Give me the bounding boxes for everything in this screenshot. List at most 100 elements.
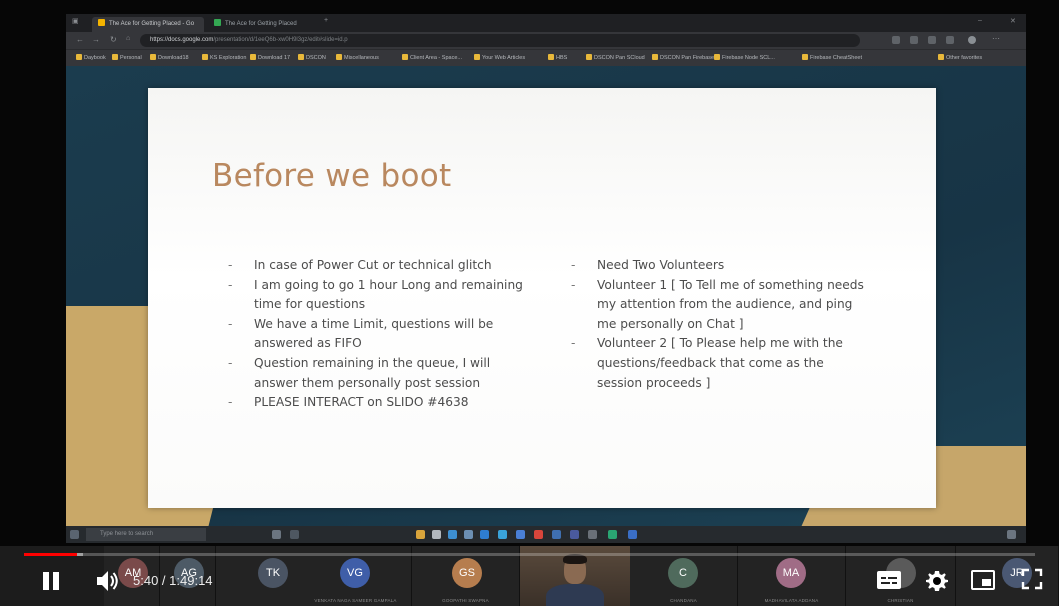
home-icon: ⌂ <box>126 35 131 42</box>
app-icon <box>628 530 637 539</box>
bookmark-item: Firebase Node SCL... <box>714 54 775 61</box>
folder-icon <box>402 54 408 60</box>
folder-icon <box>298 54 304 60</box>
avatar: C <box>668 558 698 588</box>
store-icon <box>432 530 441 539</box>
browser-tab-1: The Ace for Getting Placed - Go <box>92 17 204 32</box>
subtitles-button[interactable] <box>876 569 902 591</box>
minimize-icon: – <box>978 17 982 24</box>
profile-icon <box>968 36 976 44</box>
browser-tabstrip: ▣ The Ace for Getting Placed - Go The Ac… <box>66 14 1026 32</box>
fullscreen-button[interactable] <box>1020 567 1044 591</box>
taskbar-search: Type here to search <box>86 528 206 541</box>
folder-icon <box>150 54 156 60</box>
bookmark-item: Other favorites <box>938 54 982 61</box>
right-bullet-list: Need Two VolunteersVolunteer 1 [ To Tell… <box>571 256 871 393</box>
participant-name: GOOPATHI SWAPNA <box>442 598 489 603</box>
slide-bullet: PLEASE INTERACT on SLIDO #4638 <box>228 393 528 413</box>
new-tab-icon: + <box>324 17 329 24</box>
browser-tab-2: The Ace for Getting Placed <box>208 17 320 32</box>
slides-icon <box>98 19 105 26</box>
back-icon: ← <box>76 35 84 44</box>
chrome-icon <box>516 530 525 539</box>
bookmark-item: HBS <box>548 54 567 61</box>
gear-icon <box>926 571 948 591</box>
left-bullet-list: In case of Power Cut or technical glitch… <box>228 256 528 413</box>
settings-button[interactable] <box>925 569 949 593</box>
bookmark-item: Personal <box>112 54 142 61</box>
avatar: MA <box>776 558 806 588</box>
presentation-stage: Before we boot In case of Power Cut or t… <box>66 66 1026 532</box>
app-icon <box>290 530 299 539</box>
avatar: VG <box>340 558 370 588</box>
reload-icon: ↻ <box>110 35 117 44</box>
bookmark-item: KS Exploration <box>202 54 246 61</box>
volume-icon <box>97 571 118 591</box>
bookmark-item: Download18 <box>150 54 189 61</box>
folder-icon <box>474 54 480 60</box>
bookmark-item: Daybook <box>76 54 106 61</box>
start-icon <box>70 530 79 539</box>
bookmark-item: DSCON Pan SCloud <box>586 54 645 61</box>
mail-icon <box>448 530 457 539</box>
miniplayer-icon <box>971 570 995 590</box>
volume-button[interactable] <box>92 566 122 596</box>
presenter-body <box>546 584 604 606</box>
participant-name: CHANDANA <box>670 598 697 603</box>
folder-icon <box>112 54 118 60</box>
fullscreen-icon <box>1021 568 1043 590</box>
folder-icon <box>938 54 944 60</box>
progress-played <box>24 553 77 556</box>
folder-icon <box>416 530 425 539</box>
bookmark-item: Download 17 <box>250 54 290 61</box>
folder-icon <box>202 54 208 60</box>
bookmark-item: Firebase CheatSheet <box>802 54 862 61</box>
slide: Before we boot In case of Power Cut or t… <box>148 88 936 508</box>
folder-icon <box>714 54 720 60</box>
slide-bullet: Question remaining in the queue, I will … <box>228 354 528 393</box>
captured-browser-chrome: ▣ The Ace for Getting Placed - Go The Ac… <box>66 14 1026 66</box>
slide-bullet: I am going to go 1 hour Long and remaini… <box>228 276 528 315</box>
extension-icon <box>892 36 900 44</box>
app-icon <box>608 530 617 539</box>
teams-icon <box>570 530 579 539</box>
miniplayer-button[interactable] <box>970 569 996 591</box>
captured-taskbar: Type here to search <box>66 526 1026 543</box>
folder-icon <box>652 54 658 60</box>
pause-icon <box>43 572 49 590</box>
bookmark-item: Client Area - Space... <box>402 54 462 61</box>
address-bar: https://docs.google.com/presentation/d/1… <box>140 34 860 47</box>
avatar: GS <box>452 558 482 588</box>
pause-button[interactable] <box>36 566 66 596</box>
avatar: TK <box>258 558 288 588</box>
bookmarks-bar: Daybook Personal Download18 KS Exploration D… <box>66 49 1026 66</box>
notification-icon <box>1007 530 1016 539</box>
participant-name: CHRISTIAN <box>887 598 914 603</box>
slide-bullet: Need Two Volunteers <box>571 256 871 276</box>
folder-icon <box>548 54 554 60</box>
duration: 1:49:14 <box>169 573 213 588</box>
bookmark-item: Miscellaneous <box>336 54 379 61</box>
bookmark-item: Your Web Articles <box>474 54 525 61</box>
app-icon <box>588 530 597 539</box>
slide-title: Before we boot <box>212 158 452 194</box>
slides-icon <box>214 19 221 26</box>
star-icon <box>910 36 918 44</box>
extension-icon <box>928 36 936 44</box>
folder-icon <box>586 54 592 60</box>
participant-name: MADHAVILATA ADDANA <box>764 598 819 603</box>
time-separator: / <box>158 573 170 588</box>
close-icon: ✕ <box>1010 18 1016 25</box>
current-time: 5:40 <box>133 573 159 588</box>
app-icon <box>534 530 543 539</box>
app-icon <box>552 530 561 539</box>
slide-bullet: In case of Power Cut or technical glitch <box>228 256 528 276</box>
video-player[interactable]: ▣ The Ace for Getting Placed - Go The Ac… <box>0 0 1059 606</box>
forward-icon: → <box>92 35 100 44</box>
bookmark-item: DSCON Pan Firebase <box>652 54 714 61</box>
extension-icon <box>946 36 954 44</box>
vscode-icon <box>480 530 489 539</box>
progress-bar[interactable] <box>24 553 1035 556</box>
participant-name: VENKATA NAGA SAMEER GAMPALA <box>314 598 397 603</box>
browser-toolbar: ← → ↻ ⌂ https://docs.google.com/presenta… <box>66 32 1026 49</box>
